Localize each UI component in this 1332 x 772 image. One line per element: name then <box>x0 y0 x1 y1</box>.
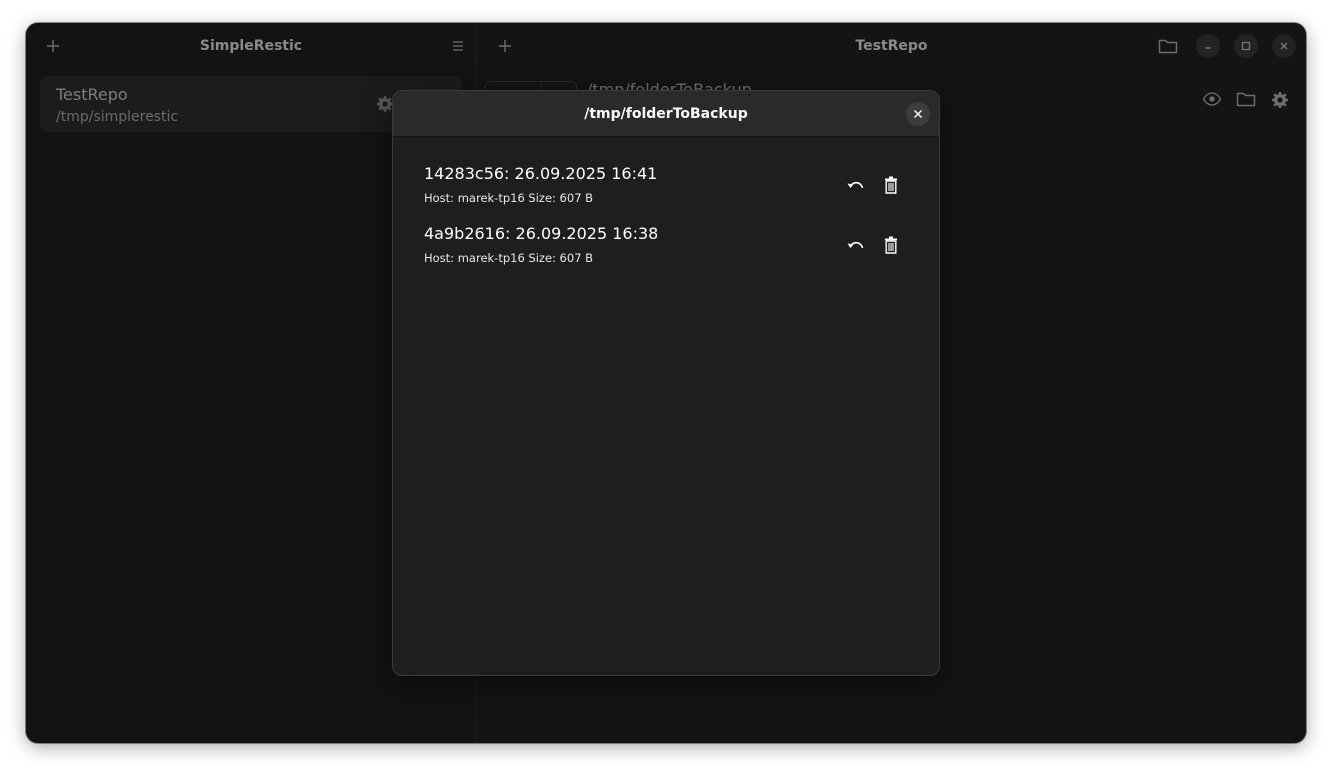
trash-icon[interactable] <box>880 234 902 256</box>
restore-icon[interactable] <box>845 174 867 196</box>
gear-icon[interactable] <box>1270 90 1290 110</box>
close-icon[interactable] <box>1272 34 1296 58</box>
snapshot-title: 4a9b2616: 26.09.2025 16:38 <box>424 224 659 243</box>
sidebar-title: SimpleRestic <box>199 38 303 54</box>
snapshot-title: 14283c56: 26.09.2025 16:41 <box>424 164 658 183</box>
dialog-title: /tmp/folderToBackup <box>584 106 748 122</box>
eye-icon[interactable] <box>1202 90 1222 108</box>
snapshots-dialog: /tmp/folderToBackup 14283c56: 26.09.2025… <box>392 90 940 676</box>
close-icon[interactable] <box>906 102 930 126</box>
repo-path: /tmp/simplerestic <box>56 109 179 125</box>
snapshot-meta: Host: marek-tp16 Size: 607 B <box>424 251 594 265</box>
snapshot-row: 14283c56: 26.09.2025 16:41 Host: marek-t… <box>424 164 904 214</box>
trash-icon[interactable] <box>880 174 902 196</box>
maximize-icon[interactable] <box>1234 34 1258 58</box>
restore-icon[interactable] <box>845 234 867 256</box>
dialog-header: /tmp/folderToBackup <box>393 91 939 137</box>
repo-name: TestRepo <box>56 85 128 104</box>
snapshot-row: 4a9b2616: 26.09.2025 16:38 Host: marek-t… <box>424 224 904 274</box>
folder-icon[interactable] <box>1236 90 1256 108</box>
main-headerbar: TestRepo <box>477 23 1306 69</box>
snapshot-meta: Host: marek-tp16 Size: 607 B <box>424 191 594 205</box>
hamburger-menu-icon[interactable] <box>450 38 466 54</box>
minimize-icon[interactable] <box>1196 34 1220 58</box>
window-title: TestRepo <box>855 38 928 54</box>
folder-icon[interactable] <box>1158 37 1178 55</box>
sidebar-headerbar: SimpleRestic <box>26 23 475 69</box>
